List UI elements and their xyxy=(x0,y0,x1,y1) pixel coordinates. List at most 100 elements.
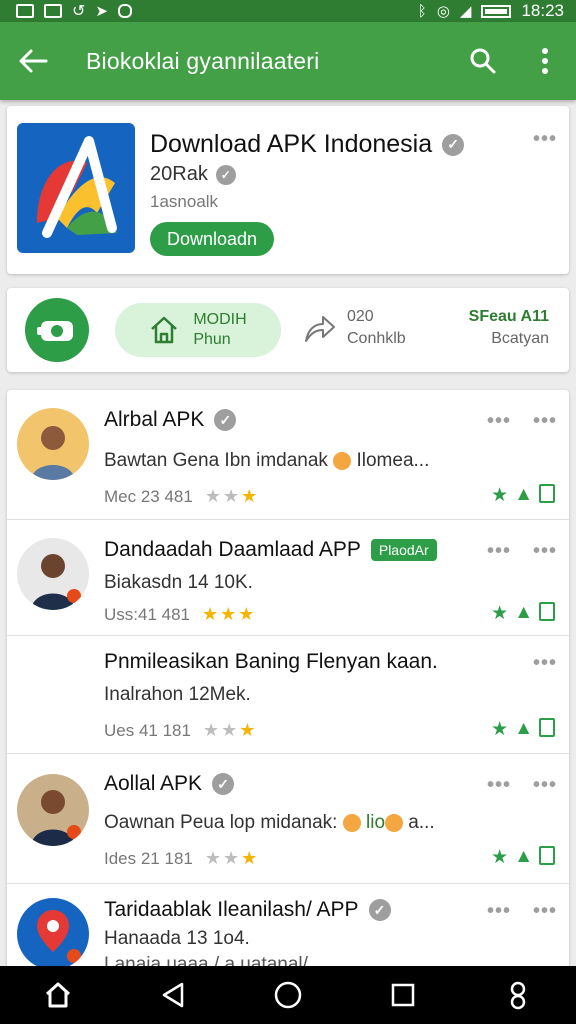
app-subtitle: 1asnoalk xyxy=(150,192,219,211)
item-title: Alrbal APK ✓ xyxy=(104,408,237,432)
item-description-suffix: lio xyxy=(366,812,386,833)
clock: 18:23 xyxy=(521,1,564,20)
pill-line2: Phun xyxy=(193,331,231,348)
avatar xyxy=(17,408,89,480)
nav-assistant-button[interactable] xyxy=(488,966,548,1024)
storage-line2: Bcatyan xyxy=(491,330,549,347)
app-logo xyxy=(17,123,135,253)
app-list-card: Alrbal APK ✓ Bawtan Gena Ibn imdanak Ilo… xyxy=(7,390,569,990)
item-meta-text: Uss:41 481 xyxy=(104,604,190,624)
verified-icon: ✓ xyxy=(368,899,391,921)
home-badge-icon[interactable]: ▲ xyxy=(514,846,533,869)
avatar xyxy=(17,774,89,846)
item-title-text: Aollal APK xyxy=(104,772,203,795)
overflow-menu-button[interactable] xyxy=(514,22,576,100)
pill-line1: MODIH xyxy=(193,311,247,328)
notification-icons: ↺ ➤ xyxy=(16,1,132,21)
share-button[interactable]: 020 Conhklb xyxy=(303,306,406,350)
list-item[interactable]: Dandaadah Daamlaad APP PlaodAr Biakasdn … xyxy=(7,520,569,636)
system-nav-bar xyxy=(0,966,576,1024)
star-badge-icon[interactable]: ★ xyxy=(491,718,508,741)
rating-stars: ★★★ xyxy=(202,720,258,740)
search-icon xyxy=(470,48,496,74)
star-badge-icon[interactable]: ★ xyxy=(491,846,508,869)
item-description: Biakasdn 14 10K. xyxy=(104,572,253,593)
shield-icon xyxy=(117,4,132,18)
nav-home-button[interactable] xyxy=(28,966,88,1024)
battery-icon xyxy=(481,4,512,18)
back-button[interactable] xyxy=(0,22,66,100)
list-item[interactable]: Alrbal APK ✓ Bawtan Gena Ibn imdanak Ilo… xyxy=(7,390,569,520)
star-badge-icon[interactable]: ★ xyxy=(491,602,508,625)
avatar xyxy=(17,898,89,970)
camera-button[interactable] xyxy=(25,298,89,362)
storage-line1: SFeau A11 xyxy=(468,308,549,325)
circle-home-icon xyxy=(274,981,302,1009)
app-bar-title: Biokoklai gyannilaateri xyxy=(86,47,320,74)
app-size: 20Rak ✓ xyxy=(150,163,236,186)
gallery-icon xyxy=(44,4,62,18)
home-icon xyxy=(151,316,178,344)
nav-back-button[interactable] xyxy=(143,966,203,1024)
bluetooth-icon: ᛒ xyxy=(417,2,427,20)
house-icon xyxy=(45,982,70,1008)
card-more-icon[interactable]: ••• xyxy=(533,128,557,151)
sync-icon: ↺ xyxy=(72,3,86,20)
back-arrow-icon xyxy=(19,49,48,73)
home-mode-button[interactable]: MODIH Phun xyxy=(115,303,281,357)
list-item[interactable]: Pnmileasikan Baning Flenyan kaan. Inalra… xyxy=(7,636,569,754)
status-bar: ↺ ➤ ᛒ ◎ ◢ 18:23 xyxy=(0,0,576,22)
signal-icon: ◢ xyxy=(459,3,472,20)
rating-stars: ★★★ xyxy=(202,604,257,624)
search-button[interactable] xyxy=(452,22,514,100)
download-button[interactable]: Downloadn xyxy=(150,222,274,256)
share-arrow-icon xyxy=(305,316,335,342)
home-badge-icon[interactable]: ▲ xyxy=(514,602,533,625)
emoji-icon xyxy=(342,813,361,832)
file-icon[interactable] xyxy=(539,718,555,737)
item-action-icons: ★ ▲ xyxy=(491,484,555,507)
file-icon[interactable] xyxy=(539,602,555,621)
item-meta: Ues 41 181 ★★★ xyxy=(104,720,257,741)
item-meta-text: Ues 41 181 xyxy=(104,720,191,740)
item-more-icon[interactable]: ••• xyxy=(487,410,511,433)
nav-recents-button[interactable] xyxy=(373,966,433,1024)
item-title-text: Alrbal APK xyxy=(104,408,205,431)
app-bar: Biokoklai gyannilaateri xyxy=(0,22,576,100)
item-meta-text: Ides 21 181 xyxy=(104,848,193,868)
item-meta: Uss:41 481 ★★★ xyxy=(104,604,256,625)
file-icon[interactable] xyxy=(539,846,555,865)
item-menu-icon[interactable]: ••• xyxy=(533,540,557,563)
star-badge-icon[interactable]: ★ xyxy=(491,484,508,507)
item-meta: Mec 23 481 ★★★ xyxy=(104,486,259,507)
item-meta: Ides 21 181 ★★★ xyxy=(104,848,259,869)
home-badge-icon[interactable]: ▲ xyxy=(514,484,533,507)
item-title: Taridaablak Ileanilash/ APP ✓ xyxy=(104,898,391,922)
item-description-text: Bawtan Gena Ibn imdanak xyxy=(104,450,334,471)
more-vert-icon xyxy=(542,48,548,74)
image-icon xyxy=(16,4,34,18)
item-more-icon[interactable]: ••• xyxy=(487,774,511,797)
nav-launcher-button[interactable] xyxy=(258,966,318,1024)
item-menu-icon[interactable]: ••• xyxy=(533,410,557,433)
item-menu-icon[interactable]: ••• xyxy=(533,774,557,797)
app-header-card: Download APK Indonesia ✓ 20Rak ✓ 1asnoal… xyxy=(7,106,569,274)
storage-info: SFeau A11 Bcatyan xyxy=(469,306,549,350)
action-row-card: MODIH Phun 020 Conhklb SFeau A11 Bcatyan xyxy=(7,288,569,372)
item-menu-icon[interactable]: ••• xyxy=(533,652,557,675)
app-size-text: 20Rak xyxy=(150,163,208,185)
item-menu-icon[interactable]: ••• xyxy=(533,900,557,923)
file-icon[interactable] xyxy=(539,484,555,503)
item-action-icons: ★ ▲ xyxy=(491,846,555,869)
item-description-text: Oawnan Peua lop midanak: xyxy=(104,812,343,833)
verified-icon: ✓ xyxy=(214,409,237,431)
item-description: Hanaada 13 1o4. xyxy=(104,928,250,949)
home-badge-icon[interactable]: ▲ xyxy=(514,718,533,741)
app-title: Download APK Indonesia ✓ xyxy=(150,130,465,159)
avatar xyxy=(17,538,89,610)
list-item[interactable]: Aollal APK ✓ Oawnan Peua lop midanak: li… xyxy=(7,754,569,884)
bolt-icon: ➤ xyxy=(95,3,108,20)
item-more-icon[interactable]: ••• xyxy=(487,900,511,923)
item-more-icon[interactable]: ••• xyxy=(487,540,511,563)
item-action-icons: ★ ▲ xyxy=(491,602,555,625)
